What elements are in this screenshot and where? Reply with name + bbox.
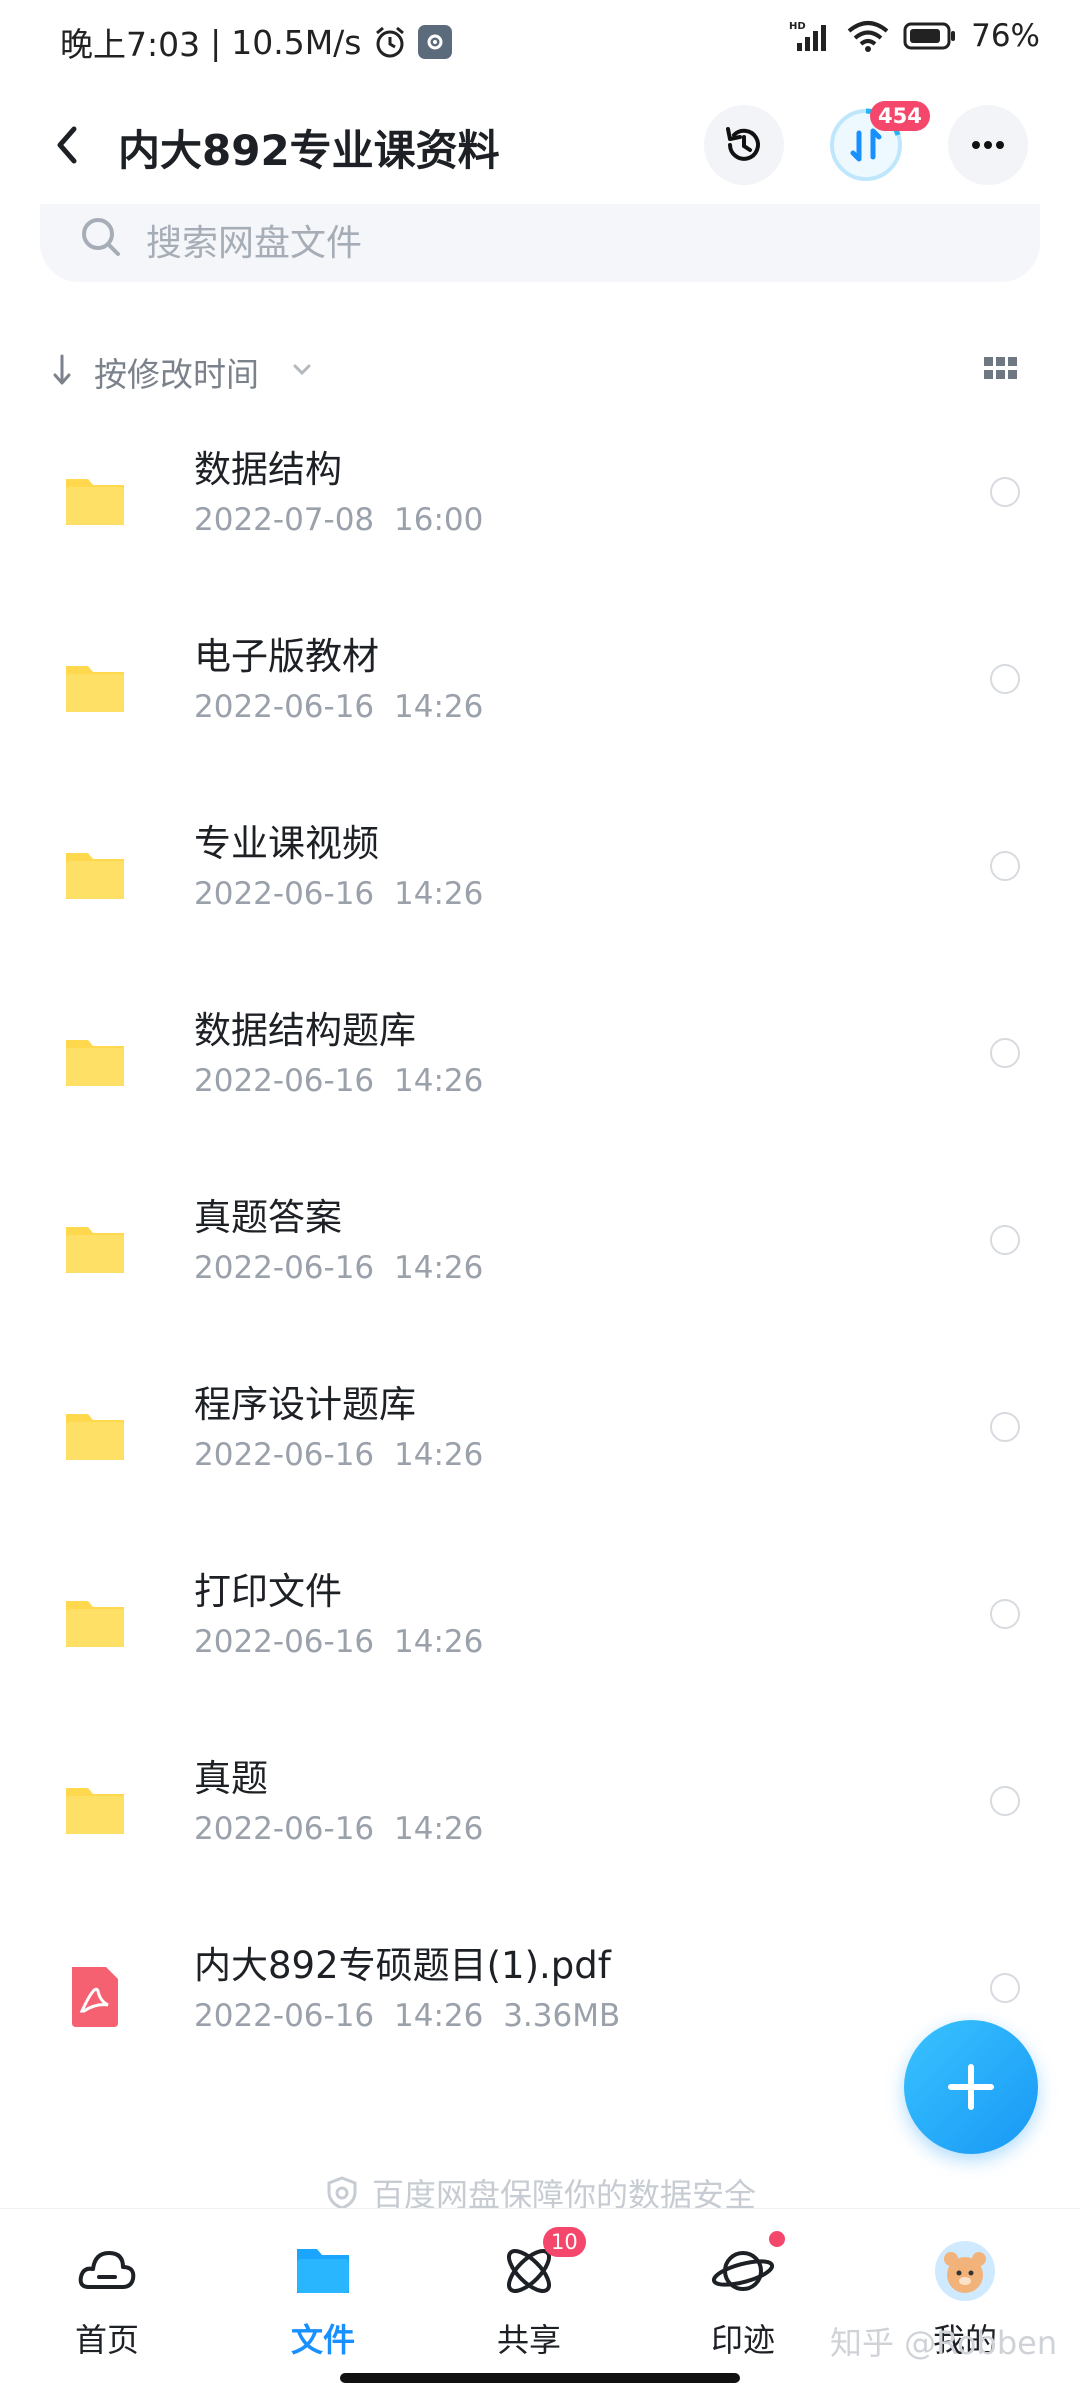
nav-item-trace[interactable]: 印迹 (668, 2231, 818, 2369)
nav-label-files: 文件 (290, 2321, 355, 2359)
select-checkbox[interactable] (990, 1973, 1020, 2003)
wifi-icon (847, 21, 889, 52)
search-input[interactable]: 搜索网盘文件 (40, 204, 1040, 282)
file-name: 程序设计题库 (194, 1383, 416, 1426)
history-button[interactable] (704, 105, 784, 185)
file-name: 数据结构题库 (194, 1009, 416, 1052)
nav-label-share: 共享 (496, 2321, 561, 2359)
folder-icon (66, 1788, 124, 1834)
file-name: 专业课视频 (194, 822, 379, 865)
nav-item-share[interactable]: 10 共享 (454, 2227, 604, 2369)
select-checkbox[interactable] (990, 1412, 1020, 1442)
transfer-count-badge: 454 (870, 101, 930, 131)
search-placeholder: 搜索网盘文件 (146, 223, 363, 264)
add-button[interactable] (904, 2020, 1038, 2154)
header: 内大892专业课资料 454 (0, 95, 1080, 195)
list-item[interactable]: 程序设计题库 2022-06-16 14:26 (0, 1360, 1080, 1547)
atom-icon: 10 (497, 2227, 586, 2303)
file-meta: 2022-06-16 14:26 (194, 1811, 484, 1847)
folder-icon (66, 479, 124, 525)
battery-level: 76% (971, 18, 1040, 54)
folder-icon (66, 853, 124, 899)
status-left: 晚上7:03 | 10.5M/s (60, 18, 452, 66)
list-item[interactable]: 真题答案 2022-06-16 14:26 (0, 1173, 1080, 1360)
sort-label: 按修改时间 (94, 355, 259, 394)
file-list: 数据结构 2022-07-08 16:00 电子版教材 2022-06-16 1… (0, 425, 1080, 2108)
file-meta: 2022-06-16 14:26 (194, 876, 484, 912)
more-dots-icon (972, 141, 1004, 149)
file-meta: 2022-06-16 14:26 (194, 1624, 484, 1660)
file-name: 真题 (194, 1757, 268, 1800)
more-button[interactable] (948, 105, 1028, 185)
select-checkbox[interactable] (990, 1786, 1020, 1816)
file-name: 数据结构 (194, 448, 342, 491)
pdf-file-icon (72, 1967, 118, 2027)
shield-icon (327, 2176, 357, 2210)
network-speed: 10.5M/s (231, 22, 362, 62)
planet-icon (711, 2231, 785, 2303)
list-item[interactable]: 数据结构 2022-07-08 16:00 (0, 425, 1080, 612)
file-meta: 2022-06-16 14:26 3.36MB (194, 1998, 621, 2034)
select-checkbox[interactable] (990, 664, 1020, 694)
search-icon (82, 218, 120, 256)
plus-icon (948, 2064, 994, 2110)
select-checkbox[interactable] (990, 1225, 1020, 1255)
file-name: 打印文件 (194, 1570, 342, 1613)
watermark: 知乎 @Robben (830, 2324, 1058, 2362)
nav-label-trace: 印迹 (710, 2321, 775, 2359)
notification-dot (769, 2231, 785, 2247)
page-title: 内大892专业课资料 (118, 126, 500, 175)
avatar (933, 2239, 997, 2303)
share-count-badge: 10 (543, 2227, 586, 2257)
folder-icon (66, 1414, 124, 1460)
folder-icon (66, 1227, 124, 1273)
folder-icon (66, 1601, 124, 1647)
file-meta: 2022-07-08 16:00 (194, 502, 484, 538)
gear-icon (417, 25, 452, 59)
chevron-left-icon (57, 126, 77, 164)
file-meta: 2022-06-16 14:26 (194, 1063, 484, 1099)
sort-dropdown[interactable]: 按修改时间 (40, 340, 340, 400)
select-checkbox[interactable] (990, 851, 1020, 881)
chevron-down-icon (293, 364, 311, 376)
transfer-button[interactable]: 454 (826, 101, 930, 185)
select-checkbox[interactable] (990, 1038, 1020, 1068)
folder-icon (66, 666, 124, 712)
list-item[interactable]: 打印文件 2022-06-16 14:26 (0, 1547, 1080, 1734)
battery-icon (903, 22, 956, 50)
file-meta: 2022-06-16 14:26 (194, 1437, 484, 1473)
file-name: 内大892专硕题目(1).pdf (194, 1944, 611, 1987)
folder-icon (291, 2239, 355, 2303)
select-checkbox[interactable] (990, 477, 1020, 507)
nav-item-files[interactable]: 文件 (248, 2239, 398, 2369)
alarm-icon (375, 26, 404, 58)
back-button[interactable] (40, 117, 96, 173)
status-separator: | (210, 22, 222, 62)
status-right: HD 76% (789, 18, 1040, 54)
list-item[interactable]: 专业课视频 2022-06-16 14:26 (0, 799, 1080, 986)
list-item[interactable]: 真题 2022-06-16 14:26 (0, 1734, 1080, 1921)
cloud-icon (75, 2239, 139, 2303)
select-checkbox[interactable] (990, 1599, 1020, 1629)
nav-label-home: 首页 (74, 2321, 139, 2359)
signal-icon: HD (789, 21, 827, 51)
svg-text:HD: HD (789, 21, 806, 32)
file-meta: 2022-06-16 14:26 (194, 689, 484, 725)
home-indicator[interactable] (340, 2373, 740, 2383)
file-name: 电子版教材 (194, 635, 379, 678)
history-icon (726, 127, 760, 161)
nav-item-home[interactable]: 首页 (32, 2239, 182, 2369)
sort-bar: 按修改时间 (40, 340, 1040, 400)
status-bar: 晚上7:03 | 10.5M/s HD 76% (0, 0, 1080, 80)
list-item[interactable]: 数据结构题库 2022-06-16 14:26 (0, 986, 1080, 1173)
grid-view-icon[interactable] (982, 354, 1020, 384)
sort-arrow-down-icon (53, 354, 71, 385)
folder-icon (66, 1040, 124, 1086)
list-item[interactable]: 电子版教材 2022-06-16 14:26 (0, 612, 1080, 799)
status-time: 晚上7:03 (60, 25, 201, 64)
file-name: 真题答案 (194, 1196, 342, 1239)
file-meta: 2022-06-16 14:26 (194, 1250, 484, 1286)
